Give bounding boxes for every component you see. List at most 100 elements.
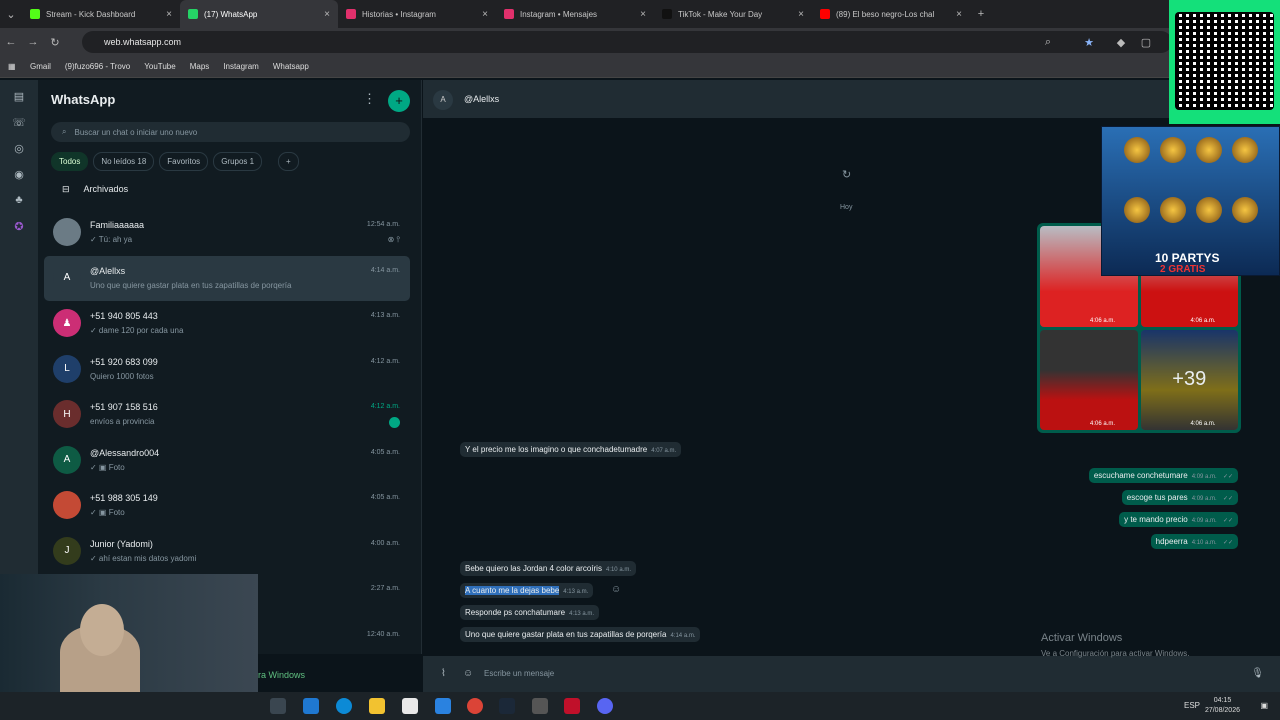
reload-messages-icon[interactable]: ↻ bbox=[842, 168, 851, 181]
chat-time: 4:05 a.m. bbox=[370, 448, 400, 456]
attach-icon[interactable]: ⌇ bbox=[441, 668, 446, 679]
message-outgoing[interactable]: escuchame conchetumare 4:09 a.m. ✓✓ bbox=[1088, 468, 1238, 483]
apps-icon[interactable]: ▦ bbox=[8, 62, 16, 71]
browser-tab[interactable]: (89) El beso negro-Los chal × bbox=[812, 0, 970, 28]
chat-list-item[interactable]: L +51 920 683 099 Quiero 1000 fotos 4:12 a.… bbox=[44, 347, 410, 393]
message-incoming[interactable]: A cuanto me la dejas bebe 4:13 a.m. bbox=[460, 583, 594, 598]
message-incoming[interactable]: Uno que quiere gastar plata en tus zapat… bbox=[460, 627, 701, 642]
chat-list-item[interactable]: J Junior (Yadomi) ✓ ahí estan mis datos ya… bbox=[44, 529, 410, 575]
chat-list-item[interactable]: Familiaaaaaa ✓ Tú: ah ya 12:54 a.m. ⊗ ⫯ bbox=[44, 210, 410, 256]
message-input[interactable]: Escribe un mensaje bbox=[484, 669, 554, 678]
bookmark-item[interactable]: Instagram bbox=[223, 62, 259, 71]
zoom-icon[interactable]: ⌕ bbox=[1037, 36, 1059, 49]
chat-time: 4:12 a.m. bbox=[370, 403, 400, 410]
bookmark-item[interactable]: Gmail bbox=[30, 62, 51, 71]
back-icon[interactable]: ← bbox=[0, 36, 22, 48]
gallery-photo[interactable]: 4:06 a.m. bbox=[1040, 329, 1138, 430]
windows-activation-title: Activar Windows bbox=[1041, 632, 1123, 644]
close-tab-icon[interactable]: × bbox=[166, 9, 172, 20]
forward-icon[interactable]: → bbox=[22, 36, 44, 48]
windows-activation-tail: ra Windows bbox=[258, 670, 306, 680]
close-tab-icon[interactable]: × bbox=[640, 9, 646, 20]
chat-preview: Quiero 1000 fotos bbox=[90, 371, 154, 381]
chat-preview: ✓ ▣ Foto bbox=[90, 508, 125, 517]
conversation-header[interactable]: A @Alellxs ▭ bbox=[423, 80, 1280, 118]
browser-tab[interactable]: Instagram • Mensajes × bbox=[496, 0, 654, 28]
discord-icon[interactable] bbox=[597, 698, 613, 714]
message-incoming[interactable]: Y el precio me los imagino o que conchad… bbox=[460, 442, 682, 457]
gallery-photo[interactable]: +39 4:06 a.m. bbox=[1140, 329, 1238, 430]
bookmark-item[interactable]: (9)fuzo696 - Trovo bbox=[65, 62, 130, 71]
status-icon[interactable]: ◎ bbox=[12, 142, 26, 156]
chat-time: 4:00 a.m. bbox=[370, 539, 400, 547]
message-outgoing[interactable]: y te mando precio 4:09 a.m. ✓✓ bbox=[1119, 512, 1238, 527]
sidebar-toggle-icon[interactable]: ▢ bbox=[1135, 36, 1157, 49]
chat-list-panel: WhatsApp ⋮ + ⌕ Buscar un chat o iniciar … bbox=[38, 80, 422, 656]
close-tab-icon[interactable]: × bbox=[956, 9, 962, 20]
read-ticks-icon: ✓✓ bbox=[1222, 474, 1233, 480]
obs-icon[interactable] bbox=[532, 698, 548, 714]
browser-tab[interactable]: Historias • Instagram × bbox=[338, 0, 496, 28]
chat-list-item[interactable]: A @Alellxs Uno que quiere gastar plata en … bbox=[44, 255, 410, 301]
message-incoming[interactable]: Responde ps conchatumare 4:13 a.m. bbox=[460, 605, 600, 620]
communities-icon[interactable]: ♣ bbox=[12, 194, 26, 208]
filter-chip[interactable]: Grupos 1 bbox=[213, 152, 263, 171]
file-explorer-icon[interactable] bbox=[369, 698, 385, 714]
message-outgoing[interactable]: hdpeerra 4:10 a.m. ✓✓ bbox=[1150, 534, 1238, 549]
read-ticks-icon: ✓✓ bbox=[1222, 496, 1233, 502]
close-tab-icon[interactable]: × bbox=[798, 9, 804, 20]
filter-chip[interactable]: Favoritos bbox=[159, 152, 209, 171]
clock[interactable]: 04:15 27/08/2026 bbox=[1205, 696, 1240, 716]
search-input[interactable]: ⌕ Buscar un chat o iniciar uno nuevo bbox=[51, 122, 410, 142]
task-view-icon[interactable] bbox=[270, 698, 286, 714]
emoji-react-icon[interactable]: ☺ bbox=[611, 584, 621, 595]
tab-list-icon[interactable]: ⌄ bbox=[0, 8, 22, 21]
store-icon[interactable] bbox=[402, 698, 418, 714]
read-ticks-icon: ✓✓ bbox=[1222, 540, 1233, 546]
bookmark-item[interactable]: YouTube bbox=[144, 62, 175, 71]
close-tab-icon[interactable]: × bbox=[482, 9, 488, 20]
filter-chip[interactable]: No leídos 18 bbox=[93, 152, 155, 171]
message-incoming[interactable]: Bebe quiero las Jordan 4 color arcoíris 4… bbox=[460, 561, 636, 576]
chat-list-item[interactable]: +51 988 305 149 ✓ ▣ Foto 4:05 a.m. bbox=[44, 483, 410, 529]
copilot-icon[interactable] bbox=[303, 698, 319, 714]
chat-list-item[interactable]: H +51 907 158 516 envíos a provincia 4:12 a… bbox=[44, 392, 410, 438]
calls-icon[interactable]: ☏ bbox=[12, 116, 26, 130]
bookmark-star-icon[interactable]: ★ bbox=[1078, 36, 1100, 49]
language-indicator[interactable]: ESP bbox=[1184, 701, 1200, 710]
bookmarks-bar: ▦ Gmail (9)fuzo696 - Trovo YouTube Maps Inst… bbox=[0, 56, 1280, 78]
close-tab-icon[interactable]: × bbox=[324, 9, 330, 20]
edge-icon[interactable] bbox=[336, 698, 352, 714]
channels-icon[interactable]: ◉ bbox=[12, 168, 26, 182]
extensions-icon[interactable]: ◆ bbox=[1110, 36, 1132, 49]
new-tab-button[interactable]: + bbox=[970, 8, 992, 20]
app-red-icon[interactable] bbox=[564, 698, 580, 714]
emoji-icon[interactable]: ☺ bbox=[463, 668, 473, 679]
bookmark-item[interactable]: Maps bbox=[190, 62, 210, 71]
filter-chip[interactable]: Todos bbox=[51, 152, 89, 171]
chat-list-item[interactable]: A @Alessandro004 ✓ ▣ Foto 4:05 a.m. bbox=[44, 438, 410, 484]
reload-icon[interactable]: ↻ bbox=[44, 36, 66, 49]
message-outgoing[interactable]: escoge tus pares 4:09 a.m. ✓✓ bbox=[1121, 490, 1238, 505]
bookmark-item[interactable]: Whatsapp bbox=[273, 62, 309, 71]
steam-icon[interactable] bbox=[499, 698, 515, 714]
message-text: hdpeerra bbox=[1155, 537, 1188, 546]
microphone-icon[interactable]: 🎙 bbox=[1251, 668, 1264, 679]
qr-code-image bbox=[1175, 12, 1274, 110]
tab-favicon-icon bbox=[30, 9, 40, 19]
archived-label: Archivados bbox=[83, 184, 129, 194]
chats-icon[interactable]: ▤ bbox=[12, 90, 26, 104]
meta-ai-icon[interactable]: ✪ bbox=[12, 220, 26, 234]
archived-row[interactable]: ⊟ Archivados bbox=[62, 184, 128, 195]
new-chat-button[interactable]: + bbox=[388, 90, 410, 112]
browser-tab[interactable]: Stream - Kick Dashboard × bbox=[22, 0, 180, 28]
browser-tab[interactable]: TikTok - Make Your Day × bbox=[654, 0, 812, 28]
notifications-icon[interactable]: ▣ bbox=[1260, 701, 1268, 710]
app-icon[interactable] bbox=[435, 698, 451, 714]
chrome-icon[interactable] bbox=[467, 698, 483, 714]
url-field[interactable]: web.whatsapp.com bbox=[82, 31, 1172, 53]
browser-tab[interactable]: (17) WhatsApp × bbox=[180, 0, 338, 28]
menu-icon[interactable]: ⋮ bbox=[363, 91, 376, 107]
add-filter-button[interactable]: + bbox=[278, 152, 299, 171]
chat-list-item[interactable]: ♟ +51 940 805 443 ✓ dame 120 por cada una 4… bbox=[44, 301, 410, 347]
